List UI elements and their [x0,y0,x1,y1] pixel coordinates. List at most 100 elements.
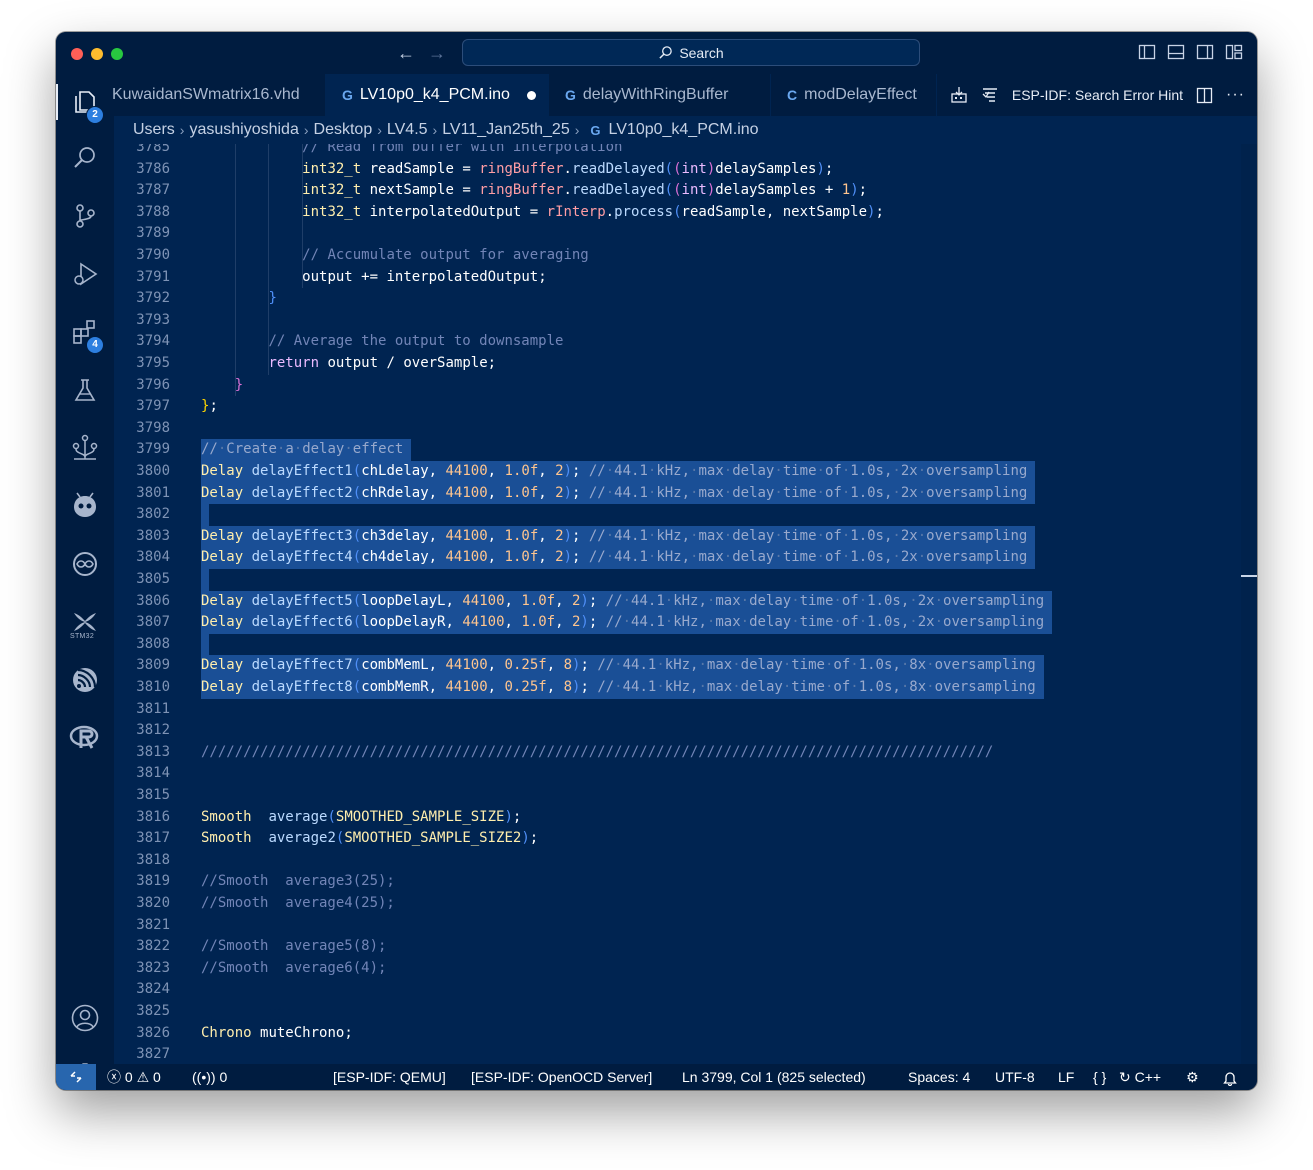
esp-hint-icon[interactable] [981,86,999,104]
tab-kuwaidan[interactable]: KuwaidanSWmatrix16.vhd [112,74,326,116]
code-line[interactable]: 3812 [114,720,1257,742]
toggle-panel-icon[interactable] [1167,43,1185,61]
esp-flash-icon[interactable] [950,86,968,104]
breadcrumb-item[interactable]: Users [133,121,175,139]
code-line[interactable]: 3817 Smooth average2(SMOOTHED_SAMPLE_SIZE… [114,828,1257,850]
code-line[interactable]: 3813 ////////////////////////////////////… [114,742,1257,764]
code-line[interactable]: 3807 Delay delayEffect6(loopDelayR, 44100… [114,612,1257,634]
go-back-button[interactable]: ← [395,41,417,65]
code-line[interactable]: 3815 [114,785,1257,807]
code-line[interactable]: 3819 //Smooth average3(25); [114,871,1257,893]
tab-lv10p0-active[interactable]: G LV10p0_k4_PCM.ino [326,74,549,116]
code-line[interactable]: 3796 } [114,375,1257,397]
code-line[interactable]: 3790 // Accumulate output for averaging [114,245,1257,267]
code-line[interactable]: 3794 // Average the output to downsample [114,331,1257,353]
code-line[interactable]: 3809 Delay delayEffect7(combMemL, 44100, … [114,655,1257,677]
encoding-status[interactable]: UTF-8 [995,1064,1035,1090]
platformio-icon[interactable] [56,484,114,528]
code-line[interactable]: 3820 //Smooth average4(25); [114,893,1257,915]
code-line[interactable]: 3803 Delay delayEffect3(ch3delay, 44100, … [114,525,1257,548]
stm32-icon[interactable]: STM32 [56,600,114,644]
code-line[interactable]: 3816 Smooth average(SMOOTHED_SAMPLE_SIZE)… [114,807,1257,829]
tab-delay-with-ring-buffer[interactable]: G delayWithRingBuffer [549,74,771,116]
testing-icon[interactable] [56,368,114,412]
indentation-status[interactable]: Spaces: 4 [908,1064,970,1090]
scrollbar-track[interactable] [1241,144,1257,1064]
code-line[interactable]: 3821 [114,915,1257,937]
code-line[interactable]: 3795 return output / overSample; [114,353,1257,375]
split-editor-icon[interactable] [1196,87,1213,104]
more-actions-icon[interactable]: ··· [1226,86,1245,104]
toggle-primary-sidebar-icon[interactable] [1138,43,1156,61]
code-line[interactable]: 3799 //·Create·a·delay·effect [114,439,1257,461]
esp-search-error-hint[interactable]: ESP-IDF: Search Error Hint [1012,87,1183,103]
copilot-gear-icon[interactable]: ⚙ [1186,1064,1199,1090]
git-graph-icon[interactable] [56,426,114,470]
cursor-position[interactable]: Ln 3799, Col 1 (825 selected) [682,1064,866,1090]
zoom-window-button[interactable] [111,48,123,60]
remote-window-button[interactable] [56,1064,96,1090]
problems-indicator[interactable]: ⓧ 0 ⚠ 0 [107,1064,161,1090]
code-line[interactable]: 3827 [114,1044,1257,1064]
code-line[interactable]: 3798 [114,418,1257,440]
code-line[interactable]: 3802 [114,504,1257,526]
breadcrumb-item[interactable]: LV10p0_k4_PCM.ino [609,121,759,139]
scrollbar-thumb[interactable] [1241,575,1257,577]
code-line[interactable]: 3786 int32_t readSample = ringBuffer.rea… [114,159,1257,181]
code-line[interactable]: 3824 [114,979,1257,1001]
tab-mod-delay-effect[interactable]: C modDelayEffect [771,74,937,116]
code-line[interactable]: 3823 //Smooth average6(4); [114,958,1257,980]
customize-layout-icon[interactable] [1225,43,1243,61]
esp-openocd-status[interactable]: [ESP-IDF: OpenOCD Server] [471,1064,652,1090]
braces-icon[interactable]: { } [1093,1064,1106,1090]
source-control-icon[interactable] [56,194,114,238]
search-icon[interactable] [56,136,114,180]
code-line[interactable]: 3787 int32_t nextSample = ringBuffer.rea… [114,180,1257,202]
esp-qemu-status[interactable]: [ESP-IDF: QEMU] [333,1064,446,1090]
breadcrumb-item[interactable]: LV4.5 [387,121,428,139]
account-icon[interactable] [56,996,114,1040]
code-line[interactable]: 3785 // Read from buffer with interpolat… [114,144,1257,159]
breadcrumb-item[interactable]: LV11_Jan25th_25 [442,121,570,139]
explorer-icon[interactable]: 2 [56,80,114,124]
ports-indicator[interactable]: ((•)) 0 [192,1064,227,1090]
code-line[interactable]: 3814 [114,763,1257,785]
code-editor[interactable]: 3785 // Read from buffer with interpolat… [114,144,1257,1064]
go-forward-button[interactable]: → [426,41,448,65]
code-line[interactable]: 3789 [114,223,1257,245]
extensions-icon[interactable]: 4 [56,310,114,354]
code-line[interactable]: 3810 Delay delayEffect8(combMemR, 44100, … [114,677,1257,699]
code-line[interactable]: 3825 [114,1001,1257,1023]
run-debug-icon[interactable] [56,252,114,296]
code-line[interactable]: 3806 Delay delayEffect5(loopDelayL, 44100… [114,590,1257,613]
r-icon[interactable] [56,716,114,760]
eol-status[interactable]: LF [1058,1064,1074,1090]
language-mode[interactable]: ↻ C++ [1119,1064,1161,1090]
warning-count: 0 [153,1069,161,1085]
toggle-secondary-sidebar-icon[interactable] [1196,43,1214,61]
code-line[interactable]: 3797}; [114,396,1257,418]
code-line[interactable]: 3822 //Smooth average5(8); [114,936,1257,958]
notifications-bell-icon[interactable] [1223,1064,1237,1090]
command-center-search[interactable]: Search [462,39,920,66]
code-line[interactable]: 3801 Delay delayEffect2(chRdelay, 44100, … [114,482,1257,505]
code-line[interactable]: 3804 Delay delayEffect4(ch4delay, 44100, … [114,547,1257,569]
cpp-file-icon: G [590,122,601,138]
minimize-window-button[interactable] [91,48,103,60]
code-line[interactable]: 3791 output += interpolatedOutput; [114,267,1257,289]
code-line[interactable]: 3808 [114,633,1257,656]
code-line[interactable]: 3826 Chrono muteChrono; [114,1023,1257,1045]
code-line[interactable]: 3811 [114,699,1257,721]
breadcrumb-item[interactable]: yasushiyoshida [189,121,298,139]
code-line[interactable]: 3805 [114,569,1257,591]
unsaved-dot-icon[interactable] [526,90,536,100]
code-line[interactable]: 3800 Delay delayEffect1(chLdelay, 44100, … [114,461,1257,483]
espressif-icon[interactable] [56,658,114,702]
code-line[interactable]: 3793 [114,310,1257,332]
code-line[interactable]: 3788 int32_t interpolatedOutput = rInter… [114,202,1257,224]
breadcrumb-item[interactable]: Desktop [314,121,373,139]
arduino-icon[interactable] [56,542,114,586]
code-line[interactable]: 3792 } [114,288,1257,310]
code-line[interactable]: 3818 [114,850,1257,872]
close-window-button[interactable] [71,48,83,60]
